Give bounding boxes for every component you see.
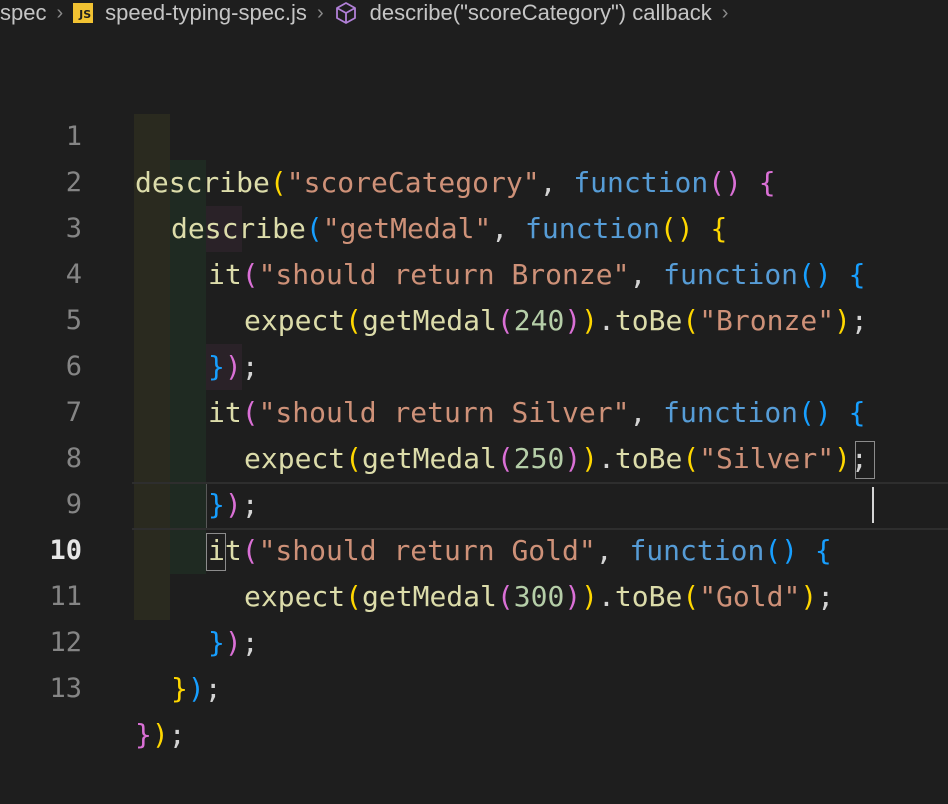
line-number: 13: [49, 673, 82, 704]
code-line-active[interactable]: 10 expect(getMedal(300)).toBe("Gold");: [0, 482, 948, 613]
breadcrumb-file[interactable]: JS speed-typing-spec.js: [73, 0, 307, 26]
code-line[interactable]: 5 });: [0, 252, 948, 383]
chevron-right-icon: ›: [316, 1, 324, 24]
js-file-icon: JS: [73, 3, 94, 23]
text-cursor: [872, 487, 874, 523]
code-line[interactable]: 4 expect(getMedal(240)).toBe("Bronze");: [0, 206, 948, 337]
code-line[interactable]: 9 it("should return Gold", function() {: [0, 436, 948, 567]
code-line[interactable]: 6 it("should return Silver", function() …: [0, 298, 948, 429]
bracket-match-highlight: [206, 533, 226, 571]
code-line[interactable]: 8 });: [0, 390, 948, 521]
chevron-right-icon: ›: [56, 1, 64, 24]
code-line[interactable]: 2 describe("getMedal", function() {: [0, 114, 948, 245]
breadcrumb-symbol-label: describe("scoreCategory") callback: [369, 0, 712, 25]
breadcrumb: spec › JS speed-typing-spec.js › describ…: [0, 0, 948, 26]
code-line[interactable]: 3 it("should return Bronze", function() …: [0, 160, 948, 291]
breadcrumb-folder[interactable]: spec: [0, 0, 46, 26]
code-line[interactable]: 7 expect(getMedal(250)).toBe("Silver");: [0, 344, 948, 475]
breadcrumb-file-label: speed-typing-spec.js: [105, 0, 307, 25]
code-line[interactable]: 12 });: [0, 574, 948, 705]
code-editor[interactable]: 1 describe("scoreCategory", function() {…: [0, 68, 948, 751]
code-line[interactable]: 1 describe("scoreCategory", function() {: [0, 68, 948, 199]
chevron-right-icon: ›: [721, 1, 729, 24]
bracket-match-highlight: [855, 441, 875, 479]
symbol-method-icon: [335, 2, 356, 24]
code-line[interactable]: 13 });: [0, 620, 948, 751]
breadcrumb-folder-label: spec: [0, 0, 47, 25]
code-line[interactable]: 11 });: [0, 528, 948, 659]
breadcrumb-symbol[interactable]: describe("scoreCategory") callback: [334, 0, 712, 26]
